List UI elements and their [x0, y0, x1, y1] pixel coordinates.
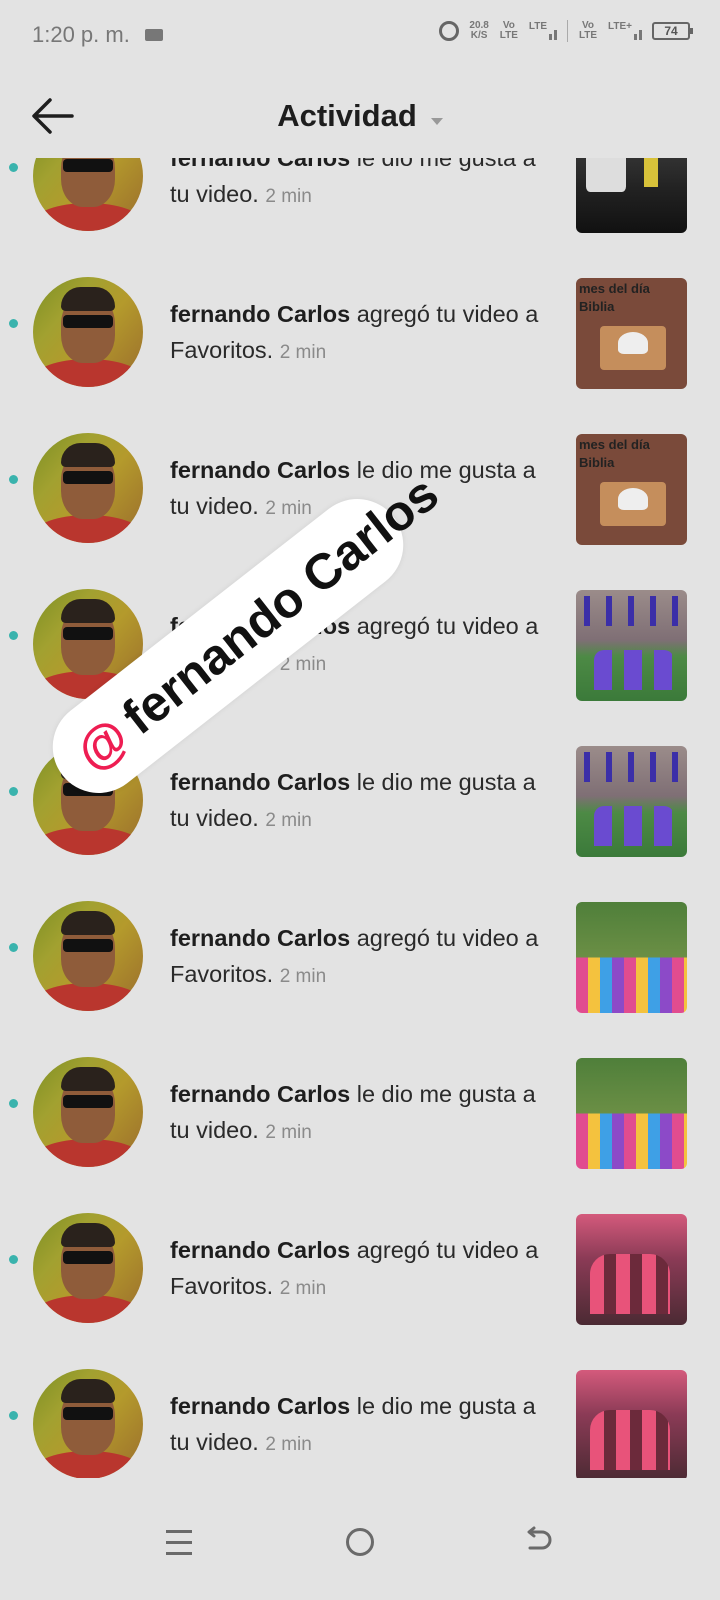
activity-row[interactable]: fernando Carlos le dio me gusta a tu vid…: [0, 158, 720, 254]
sim1-signal-icon: LTE: [529, 22, 558, 40]
thumbnail-caption: mes del día Biblia: [579, 281, 650, 314]
unread-dot: [9, 319, 18, 328]
battery-icon: 74: [652, 22, 693, 40]
video-thumbnail[interactable]: [576, 1214, 687, 1325]
activity-list[interactable]: fernando Carlos le dio me gusta a tu vid…: [0, 158, 720, 1478]
menu-icon[interactable]: [166, 1530, 192, 1556]
avatar[interactable]: [33, 1213, 143, 1323]
activity-text: fernando Carlos agregó tu video a Favori…: [170, 1232, 550, 1307]
activity-time: 2 min: [265, 810, 312, 831]
activity-text: fernando Carlos le dio me gusta a tu vid…: [170, 764, 550, 839]
activity-username[interactable]: fernando Carlos: [170, 457, 350, 483]
home-circle-icon[interactable]: [346, 1528, 374, 1556]
video-thumbnail[interactable]: [576, 158, 687, 233]
sim2-volte-label: Vo LTE: [578, 20, 598, 41]
activity-time: 2 min: [279, 966, 327, 987]
activity-time: 2 min: [265, 1122, 312, 1143]
activity-text: fernando Carlos le dio me gusta a tu vid…: [170, 1388, 550, 1463]
activity-username[interactable]: fernando Carlos: [170, 925, 350, 951]
video-thumbnail[interactable]: [576, 746, 687, 857]
avatar[interactable]: [33, 277, 143, 387]
activity-row[interactable]: fernando Carlos le dio me gusta a tu vid…: [0, 1346, 720, 1478]
activity-time: 2 min: [279, 342, 327, 363]
activity-time: 2 min: [265, 498, 312, 519]
activity-username[interactable]: fernando Carlos: [170, 1081, 350, 1107]
unread-dot: [9, 163, 18, 172]
activity-username[interactable]: fernando Carlos: [170, 1393, 350, 1419]
video-thumbnail[interactable]: [576, 1058, 687, 1169]
sim1-volte-label: Vo LTE: [499, 20, 518, 41]
activity-time: 2 min: [265, 1434, 312, 1455]
activity-time: 2 min: [265, 186, 312, 207]
unread-dot: [9, 475, 18, 484]
sim2-signal-icon: LTE+: [608, 22, 642, 40]
activity-row[interactable]: fernando Carlos agregó tu video a Favori…: [0, 878, 720, 1034]
unread-dot: [9, 1411, 18, 1420]
activity-time: 2 min: [279, 1278, 327, 1299]
status-icons: 20.8 K/S Vo LTE LTE Vo LTE LTE+ 74: [439, 20, 693, 42]
activity-text: fernando Carlos le dio me gusta a tu vid…: [170, 1076, 550, 1151]
status-time: 1:20 p. m.: [32, 22, 130, 47]
page-title: Actividad: [277, 98, 417, 133]
video-thumbnail[interactable]: [576, 902, 687, 1013]
chevron-down-icon: [430, 118, 443, 126]
activity-row[interactable]: fernando Carlos agregó tu video a Favori…: [0, 1190, 720, 1346]
alarm-icon: [439, 21, 460, 41]
unread-dot: [9, 1099, 18, 1108]
unread-dot: [9, 787, 18, 796]
video-camera-icon: [145, 29, 163, 41]
network-speed: 20.8 K/S: [469, 20, 489, 41]
avatar[interactable]: [33, 1057, 143, 1167]
avatar[interactable]: [33, 158, 143, 231]
activity-text: fernando Carlos agregó tu video a Favori…: [170, 296, 550, 371]
activity-username[interactable]: fernando Carlos: [170, 301, 350, 327]
avatar[interactable]: [33, 901, 143, 1011]
video-thumbnail[interactable]: [576, 1370, 687, 1478]
activity-username[interactable]: fernando Carlos: [170, 1237, 350, 1263]
status-divider: [567, 20, 569, 42]
unread-dot: [9, 1255, 18, 1264]
system-nav-bar: [0, 1500, 720, 1600]
video-thumbnail[interactable]: mes del día Biblia: [576, 278, 687, 389]
activity-text: fernando Carlos agregó tu video a Favori…: [170, 920, 550, 995]
status-bar: 1:20 p. m. 20.8 K/S Vo LTE LTE Vo LTE LT…: [0, 0, 720, 72]
video-thumbnail[interactable]: mes del día Biblia: [576, 434, 687, 545]
activity-username[interactable]: fernando Carlos: [170, 769, 350, 795]
thumbnail-caption: mes del día Biblia: [579, 437, 650, 470]
title-dropdown[interactable]: Actividad: [0, 98, 720, 134]
activity-row[interactable]: fernando Carlos agregó tu video a Favori…: [0, 254, 720, 410]
avatar[interactable]: [33, 1369, 143, 1478]
activity-username[interactable]: fernando Carlos: [170, 158, 350, 171]
avatar[interactable]: [33, 433, 143, 543]
unread-dot: [9, 631, 18, 640]
video-thumbnail[interactable]: [576, 590, 687, 701]
activity-row[interactable]: fernando Carlos le dio me gusta a tu vid…: [0, 1034, 720, 1190]
unread-dot: [9, 943, 18, 952]
activity-text: fernando Carlos le dio me gusta a tu vid…: [170, 158, 550, 215]
header: Actividad: [0, 72, 720, 162]
return-icon[interactable]: [524, 1526, 554, 1556]
